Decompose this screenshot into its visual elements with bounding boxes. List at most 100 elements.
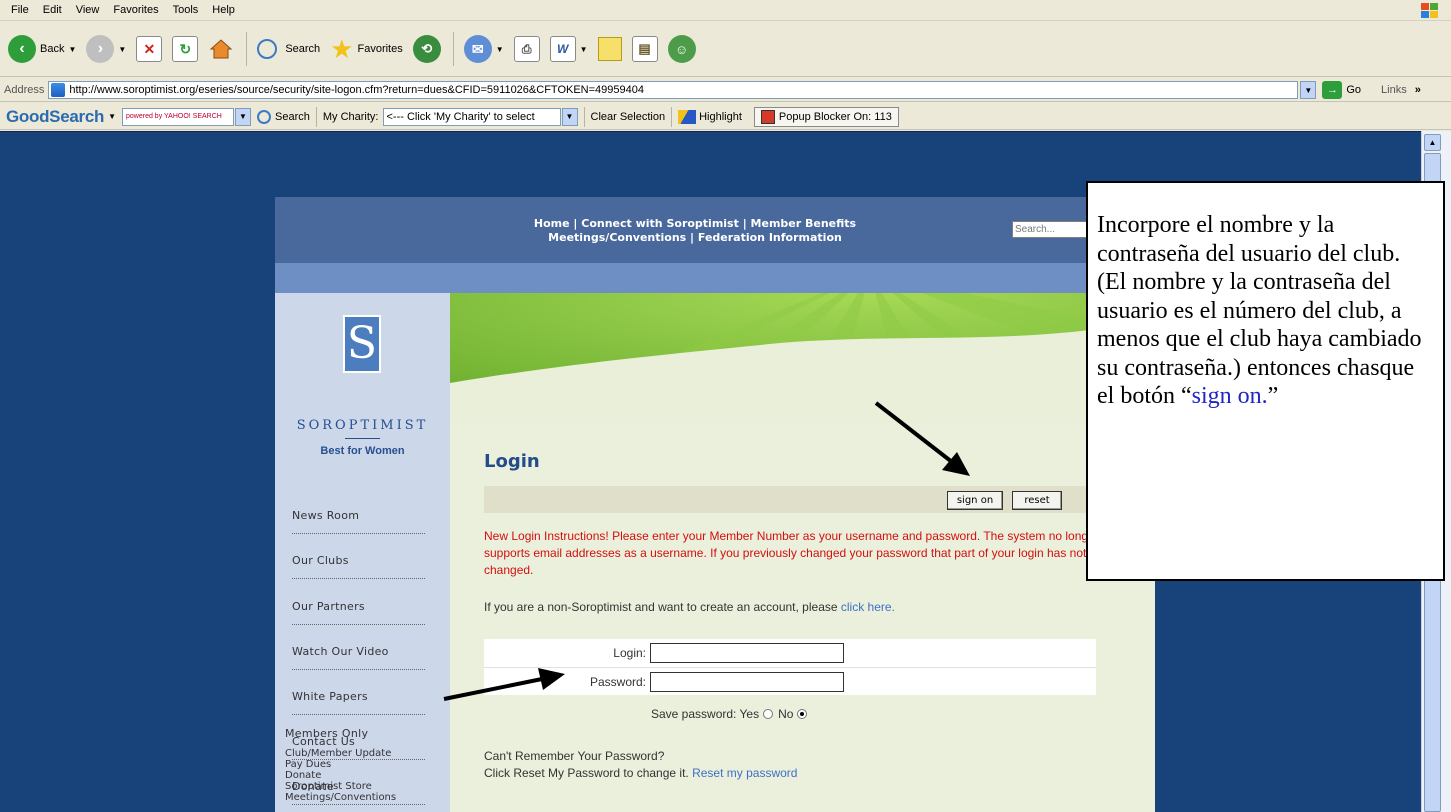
save-password-yes-radio[interactable] bbox=[763, 709, 774, 719]
site-search-input[interactable]: Search... bbox=[1012, 221, 1092, 238]
research-icon: ▤ bbox=[631, 36, 658, 62]
save-password-row: Save password: Yes No bbox=[651, 707, 812, 721]
sidebar-item-watch-our-video[interactable]: Watch Our Video bbox=[292, 645, 425, 658]
search-button[interactable]: Search bbox=[253, 29, 324, 69]
sidebar-divider bbox=[292, 533, 425, 534]
refresh-icon: ↻ bbox=[172, 36, 199, 62]
sidebar-divider bbox=[292, 714, 425, 715]
edit-word-button[interactable]: W ▼ bbox=[546, 29, 592, 69]
reset-password-link[interactable]: Reset my password bbox=[692, 766, 797, 780]
refresh-button[interactable]: ↻ bbox=[168, 29, 202, 69]
address-input[interactable]: http://www.soroptimist.org/eseries/sourc… bbox=[48, 81, 1299, 99]
create-account-link[interactable]: click here. bbox=[841, 600, 895, 614]
reset-button[interactable]: reset bbox=[1012, 491, 1062, 510]
soroptimist-tagline: Best for Women bbox=[320, 445, 405, 457]
top-nav-line-1[interactable]: Home | Connect with Soroptimist | Member… bbox=[475, 217, 915, 230]
members-link-club-update[interactable]: Club/Member Update bbox=[285, 748, 396, 759]
members-only-heading: Members Only bbox=[285, 727, 369, 740]
login-title: Login bbox=[484, 451, 540, 472]
discuss-button[interactable] bbox=[594, 29, 626, 69]
sidebar-item-white-papers[interactable]: White Papers bbox=[292, 690, 425, 703]
messenger-icon: ☺ bbox=[667, 35, 696, 63]
menu-file[interactable]: File bbox=[4, 4, 36, 16]
top-nav-line-2[interactable]: Meetings/Conventions | Federation Inform… bbox=[475, 231, 915, 244]
goodsearch-search-button[interactable]: Search bbox=[251, 107, 316, 127]
address-dropdown-icon[interactable]: ▼ bbox=[1300, 81, 1317, 99]
save-password-no-label: No bbox=[778, 707, 794, 721]
popup-blocker-button[interactable]: Popup Blocker On: 113 bbox=[753, 106, 899, 127]
print-button[interactable]: ⎙ bbox=[510, 29, 544, 69]
sidebar-item-news-room[interactable]: News Room bbox=[292, 509, 425, 522]
charity-select-text: <--- Click 'My Charity' to select bbox=[386, 110, 535, 123]
note-icon bbox=[597, 37, 622, 61]
goodsearch-logo[interactable]: GoodSearch bbox=[6, 107, 104, 127]
members-link-store[interactable]: Soroptimist Store bbox=[285, 781, 396, 792]
sidebar-item-our-clubs[interactable]: Our Clubs bbox=[292, 554, 425, 567]
mail-button[interactable]: ✉ ▼ bbox=[460, 29, 508, 69]
search-icon bbox=[257, 109, 272, 124]
sidebar-divider bbox=[292, 669, 425, 670]
my-charity-button[interactable]: My Charity: <--- Click 'My Charity' to s… bbox=[315, 106, 584, 127]
printer-icon: ⎙ bbox=[513, 36, 540, 62]
save-password-no-radio[interactable] bbox=[797, 709, 808, 719]
login-notice: New Login Instructions! Please enter you… bbox=[484, 529, 1099, 577]
stop-icon: ✕ bbox=[136, 36, 163, 62]
mail-icon: ✉ bbox=[463, 35, 492, 63]
login-input[interactable] bbox=[650, 643, 844, 663]
scroll-up-icon[interactable]: ▲ bbox=[1424, 134, 1441, 151]
sidebar-divider bbox=[292, 578, 425, 579]
callout-closing-quote: ” bbox=[1267, 383, 1279, 409]
address-url[interactable]: http://www.soroptimist.org/eseries/sourc… bbox=[69, 84, 644, 96]
chevron-right-icon[interactable]: » bbox=[1415, 84, 1421, 96]
windows-logo-icon bbox=[1421, 3, 1438, 18]
home-icon bbox=[210, 39, 233, 59]
menu-tools[interactable]: Tools bbox=[166, 4, 206, 16]
stop-button[interactable]: ✕ bbox=[132, 29, 166, 69]
popup-blocker-icon bbox=[760, 109, 775, 124]
menu-view[interactable]: View bbox=[69, 4, 107, 16]
menu-help[interactable]: Help bbox=[205, 4, 242, 16]
history-button[interactable]: ⟲ bbox=[409, 29, 445, 69]
sidebar-item-our-partners[interactable]: Our Partners bbox=[292, 600, 425, 613]
page-icon bbox=[51, 83, 66, 97]
back-label: Back bbox=[40, 43, 65, 55]
home-button[interactable] bbox=[204, 29, 238, 69]
login-field-label: Login: bbox=[613, 646, 646, 660]
go-arrow-icon: → bbox=[1322, 81, 1343, 99]
soroptimist-logo[interactable]: S bbox=[343, 315, 381, 373]
chevron-down-icon[interactable]: ▼ bbox=[496, 45, 504, 54]
favorites-button[interactable]: ★ Favorites bbox=[326, 29, 407, 69]
password-field-label: Password: bbox=[589, 674, 646, 689]
members-link-donate[interactable]: Donate bbox=[285, 770, 396, 781]
toolbar-separator bbox=[246, 32, 248, 66]
chevron-down-icon[interactable]: ▼ bbox=[108, 112, 116, 121]
chevron-down-icon[interactable]: ▼ bbox=[118, 45, 126, 54]
charity-select[interactable]: <--- Click 'My Charity' to select bbox=[382, 107, 561, 126]
forward-button[interactable]: › ▼ bbox=[82, 29, 130, 69]
sign-on-button[interactable]: sign on bbox=[947, 491, 1003, 510]
go-button[interactable]: → Go bbox=[1322, 81, 1361, 99]
links-label[interactable]: Links bbox=[1381, 84, 1407, 96]
word-icon: W bbox=[549, 36, 576, 62]
highlight-icon bbox=[678, 109, 697, 124]
toolbar-separator bbox=[452, 32, 454, 66]
menu-edit[interactable]: Edit bbox=[36, 4, 69, 16]
clear-selection-button[interactable]: Clear Selection bbox=[583, 106, 672, 127]
research-button[interactable]: ▤ bbox=[628, 29, 662, 69]
star-icon: ★ bbox=[330, 33, 354, 64]
menu-favorites[interactable]: Favorites bbox=[106, 4, 165, 16]
goodsearch-input[interactable]: powered by YAHOO! SEARCH bbox=[122, 107, 235, 126]
back-button[interactable]: ‹ Back ▼ bbox=[4, 29, 80, 69]
chevron-down-icon[interactable]: ▼ bbox=[580, 45, 588, 54]
members-link-meetings[interactable]: Meetings/Conventions bbox=[285, 792, 396, 803]
charity-dropdown-icon[interactable]: ▼ bbox=[561, 107, 578, 126]
popup-blocker-label: Popup Blocker On: 113 bbox=[778, 110, 892, 123]
goodsearch-dropdown-icon[interactable]: ▼ bbox=[235, 107, 252, 126]
chevron-down-icon[interactable]: ▼ bbox=[68, 45, 76, 54]
members-link-pay-dues[interactable]: Pay Dues bbox=[285, 759, 396, 770]
forgot-password-line2: Click Reset My Password to change it. bbox=[484, 766, 693, 780]
search-label: Search bbox=[285, 43, 321, 55]
messenger-button[interactable]: ☺ bbox=[664, 29, 700, 69]
password-input[interactable] bbox=[650, 671, 844, 692]
highlight-button[interactable]: Highlight bbox=[671, 106, 748, 127]
